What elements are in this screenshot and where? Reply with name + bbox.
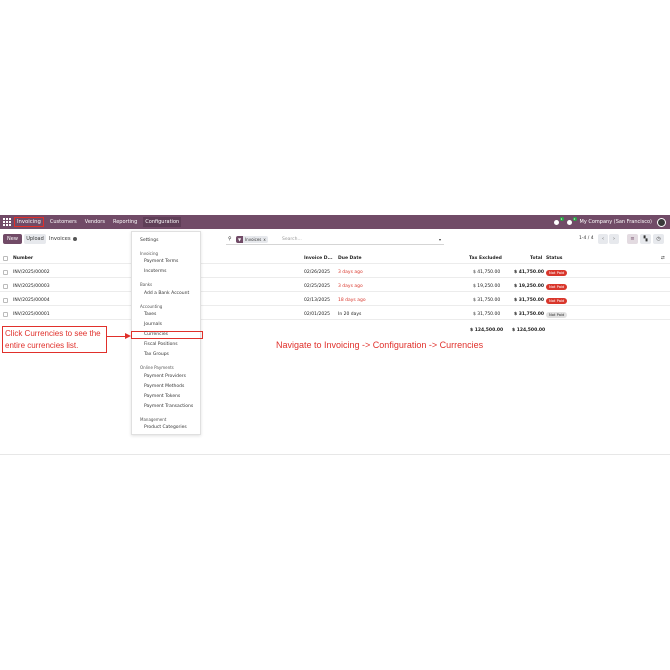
cell-number: INV/2025/00003 — [13, 284, 50, 289]
cell-invoice-date: 02/13/2025 — [304, 298, 330, 303]
clock-icon[interactable]: 2 — [566, 217, 577, 226]
menu-item-payment-tokens[interactable]: Payment Tokens — [144, 394, 180, 399]
cell-tax-excluded: $ 41,750.00 — [473, 270, 501, 275]
new-button[interactable]: New — [3, 234, 22, 244]
gear-icon[interactable] — [72, 236, 77, 241]
status-badge: Not Paid — [546, 312, 568, 318]
nav-reporting[interactable]: Reporting — [111, 217, 139, 227]
table-row[interactable]: INV/2025/00003 02/25/2025 3 days ago $ 1… — [0, 281, 670, 292]
search-facet: ▼ Invoices x — [236, 236, 268, 243]
menu-header-banks: Banks — [140, 282, 153, 287]
activity-view-button[interactable]: ◷ — [653, 234, 664, 244]
col-invoice-date[interactable]: Invoice D... — [304, 256, 333, 261]
filter-icon: ▼ — [236, 236, 243, 243]
row-checkbox[interactable] — [3, 284, 8, 289]
menu-header-online-payments: Online Payments — [140, 365, 174, 370]
cell-tax-excluded: $ 19,250.00 — [473, 284, 501, 289]
nav-vendors[interactable]: Vendors — [83, 217, 107, 227]
col-tax-excluded[interactable]: Tax Excluded — [469, 256, 502, 261]
sum-total: $ 124,500.00 — [512, 328, 546, 333]
nav-customers[interactable]: Customers — [48, 217, 79, 227]
col-due-date[interactable]: Due Date — [338, 256, 362, 261]
menu-item-taxes[interactable]: Taxes — [144, 312, 156, 317]
col-status[interactable]: Status — [546, 256, 562, 261]
cell-due-date: 18 days ago — [338, 298, 366, 303]
configuration-dropdown: Settings Invoicing Payment Terms Incoter… — [131, 231, 203, 435]
cell-due-date: In 20 days — [338, 312, 362, 317]
facet-label: Invoices — [245, 237, 262, 242]
table-row[interactable]: INV/2025/00004 02/13/2025 18 days ago $ … — [0, 295, 670, 306]
top-navbar: Invoicing Customers Vendors Reporting Co… — [0, 215, 670, 229]
control-panel: New Upload Invoices ⚲ ▼ Invoices x Searc… — [0, 232, 670, 248]
col-number[interactable]: Number — [13, 256, 33, 261]
menu-item-payment-terms[interactable]: Payment Terms — [144, 259, 178, 264]
page-title: Invoices — [49, 236, 71, 242]
pager-value[interactable]: 1-4 / 4 — [579, 236, 594, 241]
row-checkbox[interactable] — [3, 298, 8, 303]
pager-next-button[interactable]: › — [609, 234, 619, 244]
menu-header-accounting: Accounting — [140, 304, 163, 309]
menu-item-fiscal-positions[interactable]: Fiscal Positions — [144, 342, 178, 347]
cell-invoice-date: 02/25/2025 — [304, 284, 330, 289]
column-settings-icon[interactable]: ⇄ — [661, 256, 665, 261]
menu-item-payment-methods[interactable]: Payment Methods — [144, 384, 184, 389]
cell-number: INV/2025/00001 — [13, 312, 50, 317]
menu-header-management: Management — [140, 417, 167, 422]
row-checkbox[interactable] — [3, 270, 8, 275]
breadcrumb: Invoices — [49, 236, 77, 242]
cell-tax-excluded: $ 31,750.00 — [473, 312, 501, 317]
menu-item-payment-providers[interactable]: Payment Providers — [144, 374, 186, 379]
cell-invoice-date: 02/26/2025 — [304, 270, 330, 275]
callout-arrow-head-icon — [125, 333, 131, 339]
search-icon: ⚲ — [228, 236, 232, 242]
cell-invoice-date: 02/01/2025 — [304, 312, 330, 317]
menu-item-settings[interactable]: Settings — [140, 238, 158, 243]
menu-item-incoterms[interactable]: Incoterms — [144, 269, 166, 274]
cell-due-date: 3 days ago — [338, 284, 363, 289]
chevron-down-icon[interactable]: ▾ — [439, 237, 441, 242]
cell-number: INV/2025/00004 — [13, 298, 50, 303]
nav-configuration[interactable]: Configuration — [143, 217, 182, 227]
menu-item-product-categories[interactable]: Product Categories — [144, 425, 187, 430]
list-view-button[interactable]: ≡ — [627, 234, 638, 244]
cell-due-date: 3 days ago — [338, 270, 363, 275]
table-header-row: Number Invoice D... Due Date Tax Exclude… — [0, 253, 670, 264]
kanban-view-button[interactable]: ▚ — [640, 234, 651, 244]
callout-arrow-line — [107, 336, 127, 337]
status-badge: Not Paid — [546, 284, 568, 290]
menu-header-invoicing: Invoicing — [140, 251, 159, 256]
menu-item-currencies[interactable]: Currencies — [144, 332, 168, 337]
activity-icon[interactable]: 1 — [553, 217, 564, 226]
cell-total: $ 41,750.00 — [514, 270, 545, 275]
cell-total: $ 19,250.00 — [514, 284, 545, 289]
app-menu-icon[interactable] — [2, 217, 12, 227]
company-switcher[interactable]: My Company (San Francisco) — [580, 219, 653, 225]
search-bar[interactable]: ⚲ ▼ Invoices x Search... ▾ — [226, 234, 444, 245]
nav-brand-invoicing[interactable]: Invoicing — [14, 217, 44, 227]
navigation-instruction: Navigate to Invoicing -> Configuration -… — [276, 340, 484, 350]
sum-tax-excluded: $ 124,500.00 — [470, 328, 504, 333]
cell-total: $ 31,750.00 — [514, 298, 545, 303]
row-checkbox[interactable] — [3, 312, 8, 317]
select-all-checkbox[interactable] — [3, 256, 8, 261]
pager-prev-button[interactable]: ‹ — [598, 234, 608, 244]
search-input[interactable]: Search... — [282, 237, 302, 242]
cell-number: INV/2025/00002 — [13, 270, 50, 275]
table-row[interactable]: INV/2025/00001 02/01/2025 In 20 days $ 3… — [0, 309, 670, 320]
table-row[interactable]: INV/2025/00002 02/26/2025 3 days ago $ 4… — [0, 267, 670, 278]
click-currencies-callout: Click Currencies to see the entire curre… — [2, 326, 107, 353]
cell-total: $ 31,750.00 — [514, 312, 545, 317]
status-badge: Not Paid — [546, 298, 568, 304]
facet-remove-icon[interactable]: x — [263, 237, 267, 242]
col-total[interactable]: Total — [530, 256, 542, 261]
menu-item-payment-transactions[interactable]: Payment Transactions — [144, 404, 193, 409]
status-badge: Not Paid — [546, 270, 568, 276]
menu-item-add-bank-account[interactable]: Add a Bank Account — [144, 291, 189, 296]
upload-button[interactable]: Upload — [24, 234, 46, 244]
menu-item-tax-groups[interactable]: Tax Groups — [144, 352, 169, 357]
user-avatar[interactable] — [657, 217, 666, 227]
menu-item-journals[interactable]: Journals — [144, 322, 162, 327]
cell-tax-excluded: $ 31,750.00 — [473, 298, 501, 303]
